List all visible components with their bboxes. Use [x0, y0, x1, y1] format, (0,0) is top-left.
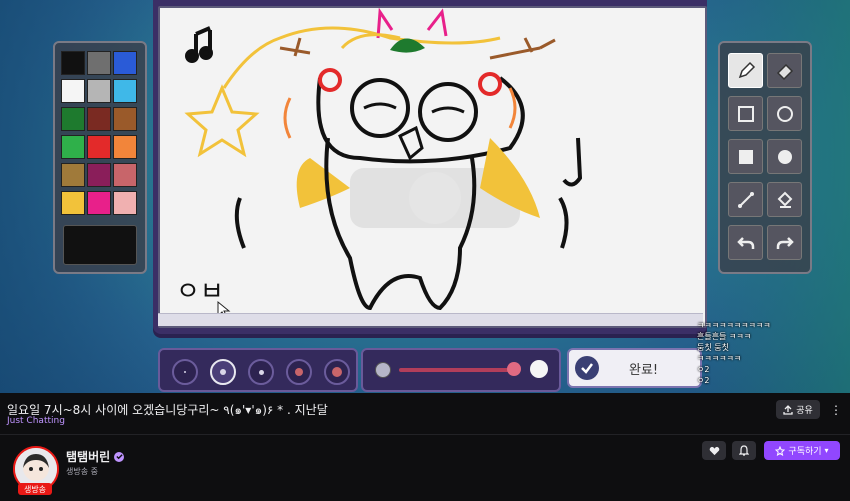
color-swatch[interactable]: [61, 51, 85, 75]
subscribe-button-label: 구독하기: [788, 447, 822, 457]
rectangle-outline-tool-button[interactable]: [728, 96, 763, 131]
color-swatch[interactable]: [61, 135, 85, 159]
fill-bucket-icon: [777, 191, 792, 208]
chat-message: 둠칫 둠칫: [697, 343, 729, 352]
share-icon: [783, 404, 793, 415]
music-note-left-icon: [185, 26, 213, 63]
slider-min-indicator: [375, 362, 391, 378]
color-swatch[interactable]: [87, 163, 111, 187]
verified-icon: [114, 451, 125, 462]
stream-video[interactable]: ㅇㅂ 완료! ㅋㅋㅋㅋㅋㅋㅋㅋㅋㅋ 흔들흔들 ㅋㅋㅋ 둠칫 둠칫 ㅋㅋㅋㅋㅋㅋ …: [0, 0, 850, 393]
chat-message: ㅇ2: [697, 365, 710, 374]
share-button-label: 공유: [796, 406, 813, 416]
done-button-label: 완료!: [629, 362, 659, 378]
color-swatch[interactable]: [113, 79, 137, 103]
color-swatch[interactable]: [61, 79, 85, 103]
fill-tool-button[interactable]: [767, 182, 802, 217]
channel-name[interactable]: 탬탬버린: [66, 448, 125, 465]
square-filled-icon: [738, 149, 753, 164]
check-icon: [575, 356, 599, 380]
line-icon: [737, 191, 754, 208]
chat-message: ㅋㅋㅋㅋㅋㅋ: [697, 354, 742, 363]
drawing-canvas[interactable]: ㅇㅂ: [158, 6, 707, 328]
color-swatch[interactable]: [113, 107, 137, 131]
notifications-button[interactable]: [732, 441, 756, 460]
stream-category-link[interactable]: Just Chatting: [7, 416, 65, 426]
brush-size-3[interactable]: [248, 359, 274, 385]
drawing-hangul-text: ㅇㅂ: [176, 277, 224, 307]
brush-size-4[interactable]: [286, 359, 312, 385]
share-button[interactable]: 공유: [776, 400, 820, 419]
heart-icon: [709, 446, 719, 455]
selected-color-preview: [63, 225, 137, 265]
redo-button[interactable]: [767, 225, 802, 260]
slider-max-indicator: [530, 360, 548, 378]
eraser-icon: [776, 63, 793, 80]
live-status-text: 생방송 중: [66, 467, 98, 476]
slider-handle[interactable]: [507, 362, 521, 376]
tool-panel: [718, 41, 812, 274]
color-swatch[interactable]: [61, 107, 85, 131]
star-doodle: [184, 84, 260, 158]
circle-filled-icon: [777, 149, 792, 164]
color-swatch[interactable]: [87, 135, 111, 159]
color-swatch[interactable]: [61, 191, 85, 215]
brush-size-bar: [158, 348, 358, 392]
more-vertical-icon: ⋮: [830, 402, 842, 417]
circle-outline-tool-button[interactable]: [767, 96, 802, 131]
pencil-icon: [738, 61, 755, 78]
brush-size-2[interactable]: [210, 359, 236, 385]
chat-overlay: ㅋㅋㅋㅋㅋㅋㅋㅋㅋㅋ 흔들흔들 ㅋㅋㅋ 둠칫 둠칫 ㅋㅋㅋㅋㅋㅋ ㅇ2 ㅇ2: [697, 320, 847, 386]
color-swatch[interactable]: [87, 191, 111, 215]
subscribe-button[interactable]: 구독하기 ▾: [764, 441, 840, 460]
color-palette: [53, 41, 147, 274]
color-swatch[interactable]: [113, 163, 137, 187]
channel-name-text[interactable]: 탬탬버린: [66, 448, 110, 465]
chat-message: 흔들흔들 ㅋㅋㅋ: [697, 332, 752, 341]
brush-size-1[interactable]: [172, 359, 198, 385]
rectangle-filled-tool-button[interactable]: [728, 139, 763, 174]
undo-icon: [736, 236, 754, 249]
star-icon: [775, 445, 786, 456]
drawing-board-shelf: [158, 313, 703, 326]
color-swatch[interactable]: [87, 51, 111, 75]
chat-message: ㅇ2: [697, 376, 710, 385]
color-swatch[interactable]: [113, 135, 137, 159]
bell-icon: [739, 445, 749, 456]
circle-filled-tool-button[interactable]: [767, 139, 802, 174]
line-tool-button[interactable]: [728, 182, 763, 217]
opacity-slider[interactable]: [361, 348, 561, 392]
more-options-button[interactable]: ⋮: [828, 400, 844, 419]
follow-button[interactable]: [702, 441, 726, 460]
eraser-tool-button[interactable]: [767, 53, 802, 88]
redo-icon: [776, 236, 794, 249]
live-badge: 생방송: [18, 483, 52, 495]
music-note-right-icon: [562, 137, 583, 187]
pencil-tool-button[interactable]: [728, 53, 763, 88]
divider: [0, 434, 850, 435]
brush-size-5[interactable]: [324, 359, 350, 385]
color-swatch[interactable]: [113, 51, 137, 75]
color-swatch[interactable]: [61, 163, 85, 187]
color-swatch[interactable]: [87, 107, 111, 131]
undo-button[interactable]: [728, 225, 763, 260]
chat-message: ㅋㅋㅋㅋㅋㅋㅋㅋㅋㅋ: [697, 321, 771, 330]
drawing-artwork: ㅇㅂ: [176, 8, 583, 321]
circle-outline-icon: [776, 105, 793, 122]
slider-track[interactable]: [399, 368, 517, 372]
done-button[interactable]: 완료!: [567, 348, 702, 388]
chevron-down-icon: ▾: [824, 446, 829, 455]
color-swatch[interactable]: [113, 191, 137, 215]
color-swatch[interactable]: [87, 79, 111, 103]
square-outline-icon: [737, 105, 754, 122]
